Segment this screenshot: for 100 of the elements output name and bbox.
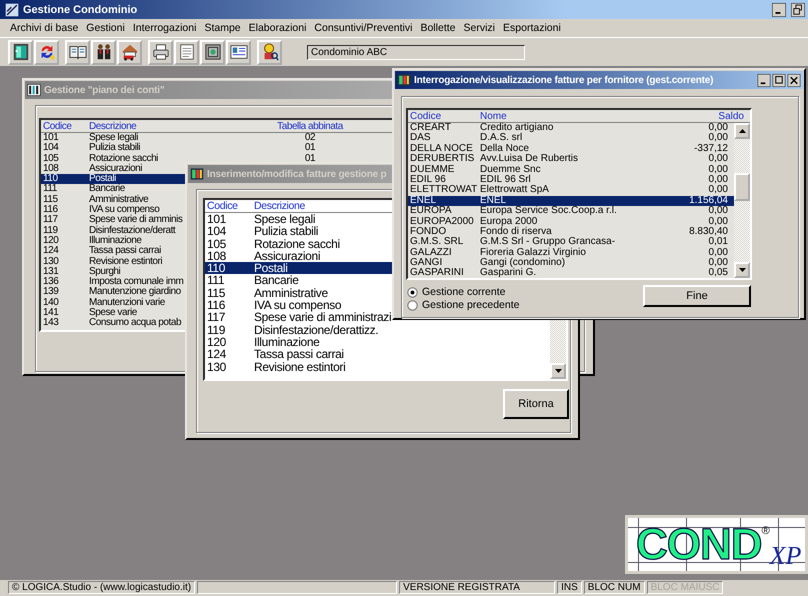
- menu-item[interactable]: Gestioni: [82, 21, 129, 35]
- scrollbar[interactable]: [734, 123, 750, 278]
- restore-button[interactable]: [790, 2, 806, 16]
- list-row[interactable]: ENEL ENEL 1.156,04: [408, 196, 734, 206]
- toolbar-button[interactable]: [34, 40, 59, 64]
- list-cell-text: 139: [42, 287, 58, 298]
- list-cell-text: DERUBERTIS: [409, 154, 474, 165]
- close-button[interactable]: [787, 74, 801, 86]
- down-arrow-icon: [554, 369, 562, 373]
- scroll-thumb[interactable]: [734, 173, 750, 201]
- list-cell-text: EUROPA2000: [409, 216, 474, 227]
- scroll-down-button[interactable]: [734, 262, 750, 278]
- menu-item[interactable]: Consuntivi/Preventivi: [310, 21, 416, 35]
- list-row[interactable]: ELETTROWAT Elettrowatt SpA 0,00: [408, 185, 734, 196]
- minimize-button[interactable]: [757, 74, 771, 86]
- list-cell-text: Imposta comunale imm: [88, 277, 184, 288]
- menu-item[interactable]: Esportazioni: [499, 21, 565, 35]
- list-cell-text: 01: [304, 143, 316, 154]
- toolbar-button[interactable]: [91, 40, 116, 64]
- menu-item[interactable]: Interrogazioni: [128, 21, 200, 35]
- list-cell-text: Assicurazioni: [253, 250, 320, 262]
- toolbar-button[interactable]: [117, 40, 142, 64]
- list-cell-text: 110: [42, 174, 58, 184]
- list-cell-text: DAS: [409, 133, 431, 144]
- scroll-up-button[interactable]: [734, 123, 750, 139]
- menu-item[interactable]: Stampe: [200, 21, 245, 35]
- list-cell-text: Elettrowatt SpA: [479, 185, 549, 196]
- list-row[interactable]: EUROPA Europa Service Soc.Coop.a r.l. 0,00: [408, 206, 734, 217]
- safe-icon: [204, 43, 222, 61]
- dialog-button[interactable]: Fine: [643, 285, 751, 307]
- column-header[interactable]: Tabella abbinata: [275, 120, 343, 132]
- menu-item[interactable]: Archivi di base: [6, 21, 82, 35]
- list-cell-text: 104: [42, 143, 58, 154]
- list-row[interactable]: 124 Tassa passi carrai: [205, 348, 550, 361]
- list-cell-text: 119: [42, 226, 58, 236]
- toolbar-button[interactable]: [8, 40, 33, 64]
- radio-label[interactable]: Gestione precedente: [422, 299, 520, 311]
- list-cell-text: 0,00: [708, 216, 729, 227]
- list-row[interactable]: 120 Illuminazione: [205, 336, 550, 348]
- menu-item[interactable]: Servizi: [460, 21, 500, 35]
- list-cell-text: 111: [42, 184, 57, 195]
- list-cell-text: 0,00: [708, 206, 729, 217]
- toolbar-button[interactable]: [65, 40, 90, 64]
- list-row[interactable]: G.M.S. SRL G.M.S Srl - Gruppo Grancasa- 0,01: [408, 237, 734, 248]
- status-panel: BLOC NUM: [584, 581, 645, 594]
- list-cell-text: 111: [206, 274, 224, 287]
- list-cell-text: ENEL: [479, 196, 506, 206]
- list-cell-text: Tassa passi carrai: [88, 246, 161, 256]
- status-panel: INS: [557, 581, 582, 594]
- list-row[interactable]: DUEMME Duemme Snc 0,00: [408, 164, 734, 175]
- list-row[interactable]: 119 Disinfestazione/derattizz.: [205, 324, 550, 336]
- column-header[interactable]: Descrizione: [252, 200, 306, 212]
- list-cell-text: 116: [206, 299, 226, 312]
- maximize-button[interactable]: [772, 74, 786, 86]
- menu-item[interactable]: Bollette: [416, 21, 460, 35]
- list-cell-text: Amministrative: [253, 286, 328, 300]
- list-cell-text: 01: [304, 154, 316, 164]
- list-row[interactable]: DAS D.A.S. srl 0,00: [408, 133, 734, 144]
- list-row[interactable]: 130 Revisione estintori: [205, 360, 550, 373]
- column-header[interactable]: Codice: [408, 110, 442, 122]
- toolbar-button[interactable]: [174, 40, 199, 64]
- list-cell-text: 0,00: [708, 133, 729, 144]
- list-row[interactable]: GALAZZI Fioreria Galazzi Virginio 0,00: [408, 248, 734, 258]
- list-cell-text: 0,00: [708, 123, 729, 133]
- list-cell-text: G.M.S Srl - Gruppo Grancasa-: [479, 237, 616, 248]
- list-cell-text: Revisione estintori: [88, 256, 162, 267]
- scroll-down-button[interactable]: [550, 363, 566, 379]
- list-cell-text: Postali: [253, 262, 288, 274]
- list-row[interactable]: DELLA NOCE Della Noce -337,12: [408, 144, 734, 154]
- list-row[interactable]: CREART Credito artigiano 0,00: [408, 123, 734, 134]
- list-row[interactable]: FONDO Fondo di riserva 8.830,40: [408, 226, 734, 238]
- minimize-button[interactable]: [771, 2, 787, 16]
- radio-button[interactable]: [407, 286, 418, 298]
- column-header[interactable]: Nome: [478, 110, 507, 122]
- column-header[interactable]: Descrizione: [87, 120, 136, 132]
- list-cell-text: Spese legali: [253, 213, 316, 226]
- toolbar-button[interactable]: [148, 40, 173, 64]
- radio-label[interactable]: Gestione corrente: [422, 286, 506, 298]
- column-header[interactable]: Codice: [205, 200, 238, 212]
- column-header[interactable]: Codice: [41, 120, 72, 132]
- menu-item[interactable]: Elaborazioni: [244, 21, 310, 35]
- toolbar-button[interactable]: [226, 40, 251, 64]
- list-cell-text: 0,00: [708, 174, 729, 185]
- form-icon: [230, 43, 248, 61]
- list-cell-text: Manutenzione giardino: [88, 287, 181, 298]
- list-cell-text: Spese legali: [88, 133, 138, 143]
- list-row[interactable]: EUROPA2000 Europa 2000 0,00: [408, 216, 734, 227]
- list-row[interactable]: EDIL 96 EDIL 96 Srl 0,00: [408, 174, 734, 186]
- list-cell-text: -337,12: [693, 144, 729, 154]
- list-row[interactable]: DERUBERTIS Avv.Luisa De Rubertis 0,00: [408, 154, 734, 165]
- list-cell-text: 130: [206, 360, 226, 373]
- toolbar-button[interactable]: [200, 40, 225, 64]
- list-cell-text: 101: [206, 213, 226, 226]
- list-cell-text: Postali: [88, 174, 116, 184]
- dialog-button[interactable]: Ritorna: [503, 389, 569, 419]
- toolbar-button[interactable]: [257, 40, 282, 64]
- column-header[interactable]: Saldo: [716, 110, 750, 122]
- status-panel: © LOGICA.Studio - (www.logicastudio.it): [8, 581, 196, 594]
- list-cell-text: Europa 2000: [479, 216, 538, 227]
- radio-button[interactable]: [407, 300, 418, 310]
